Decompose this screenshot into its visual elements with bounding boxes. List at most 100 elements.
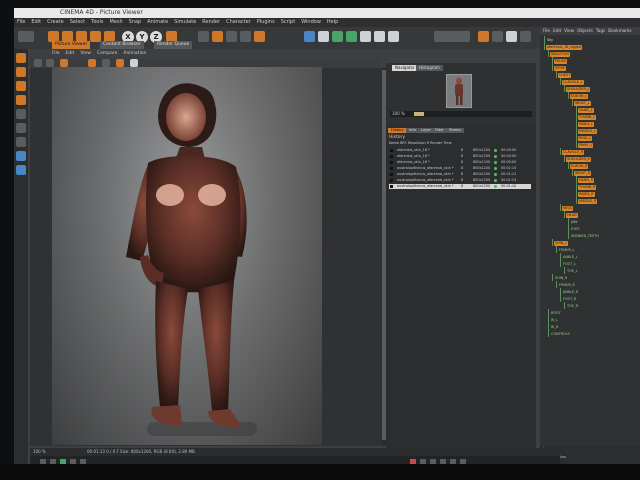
light-icon[interactable]	[388, 31, 399, 42]
tab-history[interactable]: History	[388, 128, 407, 133]
tab-info[interactable]: Info	[406, 128, 419, 133]
picture-viewer-menu-item[interactable]: Edit	[66, 51, 75, 56]
fit-to-window-icon[interactable]	[60, 59, 68, 67]
menu-item[interactable]: Snap	[129, 19, 142, 25]
tab-filter[interactable]: Filter	[432, 128, 447, 133]
polygons-mode-icon[interactable]	[16, 137, 26, 147]
menu-item[interactable]: Tools	[91, 19, 103, 25]
object-tree-item[interactable]: TOE_L	[566, 269, 578, 274]
menu-item[interactable]: Animate	[147, 19, 168, 25]
picture-viewer-menu-item[interactable]: Compare	[97, 51, 117, 56]
save-icon[interactable]	[46, 59, 54, 67]
axis-mode-icon[interactable]	[506, 31, 517, 42]
picture-viewer-menu-item[interactable]: View	[80, 51, 91, 56]
layout-selector[interactable]	[434, 31, 470, 42]
menu-item[interactable]: Script	[281, 19, 296, 25]
render-status-icon	[494, 161, 497, 164]
history-row[interactable]: australopithecus_afarensis_skin * 8 800x12…	[389, 166, 531, 171]
enable-axis-icon[interactable]	[16, 151, 26, 161]
object-tree-item[interactable]: HAND_R	[578, 178, 595, 183]
object-tree-item[interactable]: SKINNED_TEETH	[570, 234, 600, 239]
menu-item[interactable]: Select	[70, 19, 85, 25]
points-mode-icon[interactable]	[16, 109, 26, 119]
object-tree-item[interactable]: IK_L	[550, 318, 559, 323]
navigator-thumbnail[interactable]	[446, 74, 472, 108]
object-tree-item[interactable]: ROOT	[550, 311, 562, 316]
render-region-toggle-icon[interactable]	[88, 59, 96, 67]
object-tree-item[interactable]: SHOULDER_R	[566, 157, 591, 162]
history-row[interactable]: australopithecus_afarensis_skin * 8 800x12…	[389, 172, 531, 177]
tab-navigator[interactable]: Navigator	[392, 65, 418, 71]
object-menu-item[interactable]: Bookmarks	[608, 28, 631, 33]
history-row[interactable]: australopithecus_afarensis_skin * 8 800x12…	[389, 184, 531, 189]
object-tree-item[interactable]: ANKLE_L	[562, 255, 579, 260]
tab-render-queue[interactable]: Render Queue	[154, 41, 193, 49]
object-tree-item[interactable]: EYES	[570, 227, 581, 232]
texture-mode-icon[interactable]	[16, 81, 26, 91]
menu-item[interactable]: Edit	[31, 19, 41, 25]
object-tree-item[interactable]: TOE_R	[566, 304, 579, 309]
viewport-solo-icon[interactable]	[520, 31, 531, 42]
zoom-slider-handle[interactable]	[414, 112, 424, 116]
history-cell-res: 800x1200	[473, 166, 491, 170]
object-tree-item[interactable]: JAW	[570, 220, 578, 225]
object-tree-item[interactable]: MIDDLE_R	[578, 199, 598, 204]
history-row[interactable]: afarensis_skin_18 * 8 800x1200 00:00:00	[389, 148, 531, 153]
object-tree-item[interactable]: PELVIS	[554, 59, 568, 64]
model-mode-icon[interactable]	[16, 67, 26, 77]
stop-render-icon[interactable]	[116, 59, 124, 67]
history-row[interactable]: afarensis_skin_18 * 8 800x1200 00:00:00	[389, 154, 531, 159]
object-tree-item[interactable]: THUMB_L	[578, 115, 596, 120]
object-menu-item[interactable]: Objects	[577, 28, 593, 33]
object-menu-item[interactable]: View	[564, 28, 574, 33]
menu-item[interactable]: Window	[301, 19, 321, 25]
object-tree-item[interactable]: ANKLE_R	[562, 290, 579, 295]
object-menu-item[interactable]: Edit	[553, 28, 561, 33]
snap-icon[interactable]	[478, 31, 489, 42]
tab-picture-viewer[interactable]: Picture Viewer	[52, 41, 91, 49]
menu-item[interactable]: Help	[327, 19, 338, 25]
menu-item[interactable]: File	[17, 19, 25, 25]
object-tree-item[interactable]: INDEX_R	[578, 192, 595, 197]
copy-icon[interactable]	[130, 59, 138, 67]
compare-ab-icon[interactable]	[102, 59, 110, 67]
object-tree-item[interactable]: INDEX_L	[578, 122, 595, 127]
menu-item[interactable]: Render	[202, 19, 220, 25]
object-tree-item[interactable]: MIDDLE_L	[578, 129, 597, 134]
tweak-mode-icon[interactable]	[16, 165, 26, 175]
menu-item[interactable]: Plugins	[257, 19, 275, 25]
open-icon[interactable]	[34, 59, 42, 67]
object-tree-item[interactable]: Sky	[546, 38, 554, 43]
workplane-mode-icon[interactable]	[16, 95, 26, 105]
menu-item[interactable]: Simulate	[174, 19, 196, 25]
object-tree-item[interactable]: CONTROLS	[550, 332, 571, 337]
history-row[interactable]: afarensis_skin_18 * 8 800x1200 00:00:00	[389, 160, 531, 165]
tab-histogram[interactable]: Histogram	[416, 65, 443, 71]
zoom-slider[interactable]: 100 %	[390, 111, 532, 117]
tab-stereo[interactable]: Stereo	[446, 128, 464, 133]
object-tree-item[interactable]: afarensis_18_rigged	[546, 45, 582, 50]
object-tree-item[interactable]: CLAVICLE_R	[562, 150, 585, 155]
object-tree-item[interactable]: PINKY_L	[578, 143, 594, 148]
object-tree-item[interactable]: CLAVICLE_L	[562, 80, 584, 85]
cinema4d-window: CINEMA 4D - Picture Viewer File Edit Creat…	[14, 8, 640, 470]
object-tree-item[interactable]: SHOULDER_L	[566, 87, 591, 92]
object-menu-item[interactable]: Tags	[596, 28, 605, 33]
object-tree-item[interactable]: IK_R	[550, 325, 559, 330]
workplane-icon[interactable]	[492, 31, 503, 42]
object-tree-item[interactable]: RING_L	[578, 136, 593, 141]
menu-item[interactable]: Create	[47, 19, 64, 25]
history-cell-bpc: 8	[461, 148, 464, 152]
tab-content-browser[interactable]: Content Browser	[100, 41, 144, 49]
object-tree-item[interactable]: THUMB_R	[578, 185, 597, 190]
object-tree-item[interactable]: HAND_L	[578, 108, 594, 113]
picture-viewer-menu-item[interactable]: Animation	[123, 51, 146, 56]
make-editable-icon[interactable]	[16, 53, 26, 63]
edges-mode-icon[interactable]	[16, 123, 26, 133]
history-row[interactable]: australopithecus_afarensis_skin * 8 800x12…	[389, 178, 531, 183]
menu-item[interactable]: Mesh	[109, 19, 122, 25]
object-menu-item[interactable]: File	[543, 28, 550, 33]
picture-viewer-menu-item[interactable]: File	[52, 51, 60, 56]
menu-item[interactable]: Character	[226, 19, 251, 25]
tree-connector	[576, 127, 577, 134]
